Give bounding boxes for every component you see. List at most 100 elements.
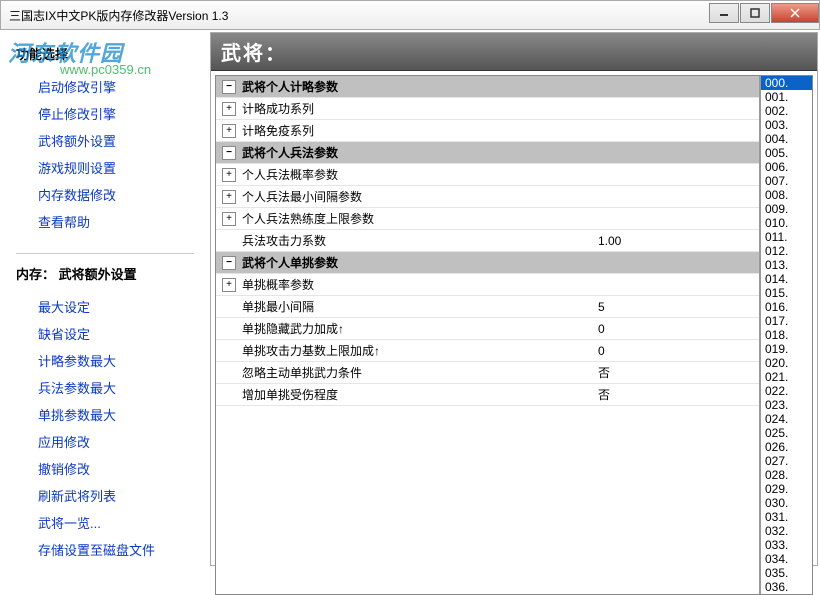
list-item[interactable]: 005. [761, 146, 812, 160]
list-item[interactable]: 010. [761, 216, 812, 230]
tree-row[interactable]: + 计略免疫系列 [216, 120, 759, 142]
collapse-icon[interactable]: − [222, 256, 236, 270]
title-bar: 三国志IX中文PK版内存修改器Version 1.3 [0, 0, 820, 30]
tree-label: 武将个人兵法参数 [242, 142, 592, 163]
tree-label: 单挑攻击力基数上限加成↑ [242, 340, 592, 361]
close-button[interactable] [771, 3, 819, 23]
tree-row[interactable]: 增加单挑受伤程度否 [216, 384, 759, 406]
divider [16, 253, 194, 254]
list-item[interactable]: 003. [761, 118, 812, 132]
tree-row[interactable]: 单挑隐藏武力加成↑0 [216, 318, 759, 340]
expand-icon[interactable]: + [222, 168, 236, 182]
list-item[interactable]: 001. [761, 90, 812, 104]
list-item[interactable]: 013. [761, 258, 812, 272]
sidebar-link-4[interactable]: 内存数据修改 [16, 181, 194, 208]
list-item[interactable]: 007. [761, 174, 812, 188]
list-item[interactable]: 022. [761, 384, 812, 398]
tree-row[interactable]: +个人兵法最小间隔参数 [216, 186, 759, 208]
expand-icon[interactable]: + [222, 190, 236, 204]
expand-icon[interactable]: + [222, 278, 236, 292]
list-item[interactable]: 006. [761, 160, 812, 174]
sidebar-link2-8[interactable]: 武将一览... [16, 509, 194, 536]
expand-icon[interactable]: + [222, 212, 236, 226]
list-item[interactable]: 017. [761, 314, 812, 328]
expand-icon[interactable]: + [222, 102, 236, 116]
sidebar-link2-6[interactable]: 撤销修改 [16, 455, 194, 482]
tree-label: 计略免疫系列 [242, 120, 592, 141]
list-item[interactable]: 019. [761, 342, 812, 356]
tree-label: 个人兵法熟练度上限参数 [242, 208, 592, 229]
list-item[interactable]: 020. [761, 356, 812, 370]
list-item[interactable]: 027. [761, 454, 812, 468]
sidebar-link-0[interactable]: 启动修改引擎 [16, 73, 194, 100]
list-item[interactable]: 028. [761, 468, 812, 482]
tree-row[interactable]: +个人兵法概率参数 [216, 164, 759, 186]
list-item[interactable]: 004. [761, 132, 812, 146]
tree-row[interactable]: −武将个人计略参数 [216, 76, 759, 98]
sidebar-link2-10[interactable]: 从磁盘文件载入设置 [16, 563, 194, 570]
tree-value[interactable]: 0 [592, 344, 759, 358]
list-item[interactable]: 034. [761, 552, 812, 566]
sidebar-link2-0[interactable]: 最大设定 [16, 293, 194, 320]
list-item[interactable]: 015. [761, 286, 812, 300]
list-item[interactable]: 008. [761, 188, 812, 202]
sidebar-link2-5[interactable]: 应用修改 [16, 428, 194, 455]
tree-row[interactable]: −武将个人单挑参数 [216, 252, 759, 274]
sidebar-link2-9[interactable]: 存储设置至磁盘文件 [16, 536, 194, 563]
list-item[interactable]: 024. [761, 412, 812, 426]
sidebar-link2-4[interactable]: 单挑参数最大 [16, 401, 194, 428]
tree-value[interactable]: 1.00 [592, 234, 759, 248]
list-item[interactable]: 025. [761, 426, 812, 440]
tree-value[interactable]: 0 [592, 322, 759, 336]
tree-row[interactable]: 单挑攻击力基数上限加成↑0 [216, 340, 759, 362]
sidebar-header-2: 内存： 武将额外设置 [16, 264, 194, 283]
tree-label: 单挑概率参数 [242, 274, 592, 295]
list-item[interactable]: 035. [761, 566, 812, 580]
tree-row[interactable]: + 个人兵法熟练度上限参数 [216, 208, 759, 230]
property-tree[interactable]: −武将个人计略参数+计略成功系列+计略免疫系列−武将个人兵法参数+个人兵法概率参… [216, 76, 760, 594]
tree-value[interactable]: 否 [592, 386, 759, 403]
list-item[interactable]: 023. [761, 398, 812, 412]
tree-row[interactable]: 单挑最小间隔5 [216, 296, 759, 318]
sidebar-link-2[interactable]: 武将额外设置 [16, 127, 194, 154]
tree-row[interactable]: 兵法攻击力系数1.00 [216, 230, 759, 252]
minimize-button[interactable] [709, 3, 739, 23]
sidebar-link-3[interactable]: 游戏规则设置 [16, 154, 194, 181]
tree-row[interactable]: + 单挑概率参数 [216, 274, 759, 296]
list-item[interactable]: 016. [761, 300, 812, 314]
sidebar-link2-3[interactable]: 兵法参数最大 [16, 374, 194, 401]
list-item[interactable]: 029. [761, 482, 812, 496]
tree-value[interactable]: 5 [592, 300, 759, 314]
content-heading: 武将： [211, 33, 817, 71]
list-item[interactable]: 032. [761, 524, 812, 538]
tree-value[interactable]: 否 [592, 364, 759, 381]
sidebar-link2-1[interactable]: 缺省设定 [16, 320, 194, 347]
collapse-icon[interactable]: − [222, 146, 236, 160]
list-item[interactable]: 018. [761, 328, 812, 342]
list-item[interactable]: 002. [761, 104, 812, 118]
tree-row[interactable]: −武将个人兵法参数 [216, 142, 759, 164]
list-item[interactable]: 021. [761, 370, 812, 384]
list-item[interactable]: 011. [761, 230, 812, 244]
list-item[interactable]: 012. [761, 244, 812, 258]
list-item[interactable]: 000. [761, 76, 812, 90]
maximize-button[interactable] [740, 3, 770, 23]
sidebar-link-5[interactable]: 查看帮助 [16, 208, 194, 235]
list-item[interactable]: 009. [761, 202, 812, 216]
tree-label: 忽略主动单挑武力条件 [242, 362, 592, 383]
list-item[interactable]: 030. [761, 496, 812, 510]
collapse-icon[interactable]: − [222, 80, 236, 94]
list-item[interactable]: 026. [761, 440, 812, 454]
sidebar-link2-2[interactable]: 计略参数最大 [16, 347, 194, 374]
number-list[interactable]: 000.001.002.003.004.005.006.007.008.009.… [760, 76, 812, 594]
tree-row[interactable]: +计略成功系列 [216, 98, 759, 120]
expand-icon[interactable]: + [222, 124, 236, 138]
list-item[interactable]: 014. [761, 272, 812, 286]
list-item[interactable]: 031. [761, 510, 812, 524]
list-item[interactable]: 036. [761, 580, 812, 594]
tree-row[interactable]: 忽略主动单挑武力条件否 [216, 362, 759, 384]
list-item[interactable]: 033. [761, 538, 812, 552]
sidebar-header-1: 功能选择 [16, 44, 194, 63]
sidebar-link-1[interactable]: 停止修改引擎 [16, 100, 194, 127]
sidebar-link2-7[interactable]: 刷新武将列表 [16, 482, 194, 509]
